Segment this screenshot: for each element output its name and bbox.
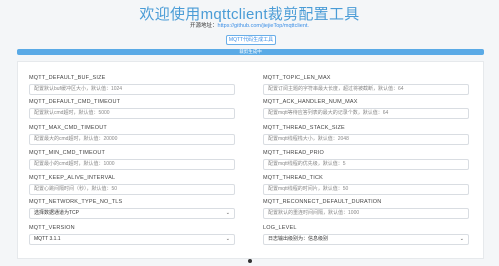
generate-code-button[interactable]: MQTT代码生成工具 [226,35,276,45]
field-label: MQTT_TOPIC_LEN_MAX [263,75,331,81]
default-cmd-timeout-input[interactable]: 配置默认cmd超时，默认值：5000 [29,108,235,119]
field-label: MQTT_THREAD_STACK_SIZE [263,125,345,131]
chevron-down-icon: ⌄ [459,236,464,242]
keep-alive-interval-input[interactable]: 配置心跳间隔时间（秒），默认值：50 [29,184,235,195]
field-label: MQTT_RECONNECT_DEFAULT_DURATION [263,199,382,205]
field-thread-prio: MQTT_THREAD_PRIO 配置mqtt线程的优先级，默认值：5 [263,149,469,170]
field-thread-tick: MQTT_THREAD_TICK 配置mqtt线程的时间片，默认值：50 [263,174,469,195]
field-buf-size: MQTT_DEFAULT_BUF_SIZE 配置默认buf缓冲区大小，默认值：1… [29,74,235,95]
select-value: 选择数据通道为TCP [34,210,80,216]
network-type-select[interactable]: 选择数据通道为TCP ⌄ [29,208,235,219]
repo-info: 开源地址：https://github.com/jiejieTop/mqttcl… [0,21,499,29]
min-cmd-timeout-input[interactable]: 配置最小的cmd超时，默认值：1000 [29,159,235,170]
progress-bar: 裁剪生成中 [17,49,484,55]
field-label: MQTT_VERSION [29,225,75,231]
config-form: MQTT_DEFAULT_BUF_SIZE 配置默认buf缓冲区大小，默认值：1… [17,61,484,259]
field-label: LOG_LEVEL [263,225,297,231]
field-log-level: LOG_LEVEL 日志输出级别为：信息级别 ⌄ [263,224,469,245]
field-label: MQTT_THREAD_PRIO [263,150,324,156]
max-cmd-timeout-input[interactable]: 配置最大的cmd超时，默认值：20000 [29,134,235,145]
field-max-cmd-timeout: MQTT_MAX_CMD_TIMEOUT 配置最大的cmd超时，默认值：2000… [29,124,235,145]
field-mqtt-version: MQTT_VERSION MQTT 3.1.1 ⌄ [29,224,235,245]
field-label: MQTT_DEFAULT_BUF_SIZE [29,75,106,81]
field-label: MQTT_NETWORK_TYPE_NO_TLS [29,199,123,205]
chevron-down-icon: ⌄ [225,236,230,242]
field-topic-len-max: MQTT_TOPIC_LEN_MAX 配置订阅主题的字符串最大长度，超过将被截断… [263,74,469,95]
reconnect-duration-input[interactable]: 配置默认的重连时间间隔，默认值：1000 [263,208,469,219]
thread-stack-size-input[interactable]: 配置mqtt线程栈大小，默认值：2048 [263,134,469,145]
field-default-cmd-timeout: MQTT_DEFAULT_CMD_TIMEOUT 配置默认cmd超时，默认值：5… [29,98,235,119]
repo-link[interactable]: https://github.com/jiejieTop/mqttclient. [218,23,309,29]
field-label: MQTT_ACK_HANDLER_NUM_MAX [263,99,358,105]
field-keep-alive-interval: MQTT_KEEP_ALIVE_INTERVAL 配置心跳间隔时间（秒），默认值… [29,174,235,195]
mqtt-version-select[interactable]: MQTT 3.1.1 ⌄ [29,234,235,245]
field-label: MQTT_MAX_CMD_TIMEOUT [29,125,107,131]
chevron-down-icon: ⌄ [225,210,230,216]
topic-len-max-input[interactable]: 配置订阅主题的字符串最大长度，超过将被截断，默认值：64 [263,84,469,95]
field-reconnect-duration: MQTT_RECONNECT_DEFAULT_DURATION 配置默认的重连时… [263,198,469,219]
log-level-select[interactable]: 日志输出级别为：信息级别 ⌄ [263,234,469,245]
field-ack-handler-num-max: MQTT_ACK_HANDLER_NUM_MAX 配置mqtt等待应答列表的最大… [263,98,469,119]
field-label: MQTT_MIN_CMD_TIMEOUT [29,150,106,156]
ack-handler-num-max-input[interactable]: 配置mqtt等待应答列表的最大的记录个数，默认值：64 [263,108,469,119]
field-thread-stack-size: MQTT_THREAD_STACK_SIZE 配置mqtt线程栈大小，默认值：2… [263,124,469,145]
select-value: 日志输出级别为：信息级别 [268,236,329,242]
thread-tick-input[interactable]: 配置mqtt线程的时间片，默认值：50 [263,184,469,195]
field-label: MQTT_KEEP_ALIVE_INTERVAL [29,175,116,181]
progress-label: 裁剪生成中 [239,49,262,54]
repo-label: 开源地址： [190,23,218,29]
select-value: MQTT 3.1.1 [34,236,61,242]
field-network-type: MQTT_NETWORK_TYPE_NO_TLS 选择数据通道为TCP ⌄ [29,198,235,219]
field-min-cmd-timeout: MQTT_MIN_CMD_TIMEOUT 配置最小的cmd超时，默认值：1000 [29,149,235,170]
cursor-dot [248,259,252,263]
field-label: MQTT_DEFAULT_CMD_TIMEOUT [29,99,121,105]
thread-prio-input[interactable]: 配置mqtt线程的优先级，默认值：5 [263,159,469,170]
field-label: MQTT_THREAD_TICK [263,175,324,181]
buf-size-input[interactable]: 配置默认buf缓冲区大小，默认值：1024 [29,84,235,95]
